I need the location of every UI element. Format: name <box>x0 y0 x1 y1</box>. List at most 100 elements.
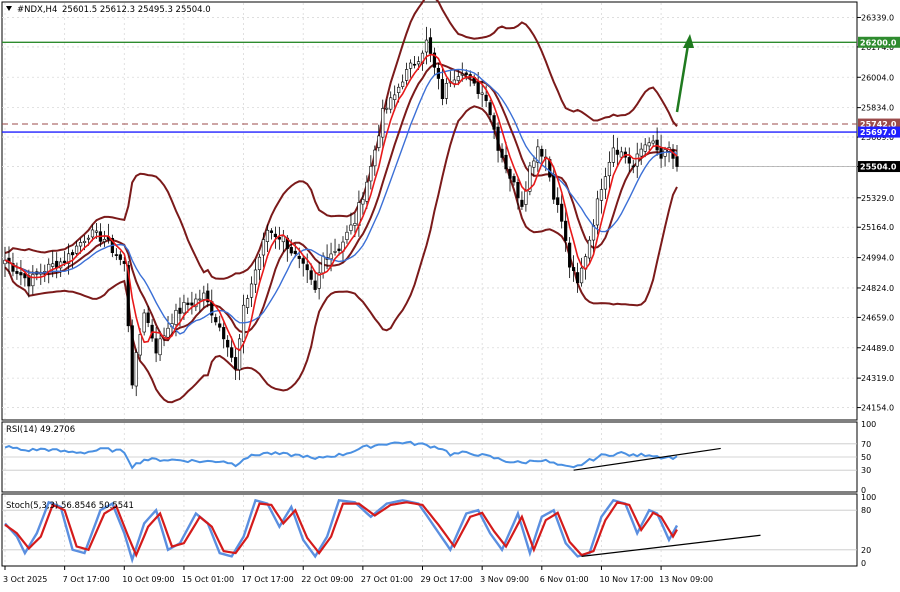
candle-body <box>464 72 468 75</box>
price-tick-label: 26339.0 <box>861 13 894 22</box>
price-tick-label: 25164.0 <box>861 223 894 232</box>
chart-ohlc: 25601.5 25612.3 25495.3 25504.0 <box>62 5 211 15</box>
candle-body <box>619 151 623 158</box>
candle-body <box>265 229 270 242</box>
candle-body <box>496 126 500 151</box>
candle-body <box>333 251 337 253</box>
candle-body <box>428 37 433 54</box>
candle-body <box>15 271 19 274</box>
candle-body <box>297 255 301 259</box>
candle-body <box>639 148 643 157</box>
candle-body <box>512 176 516 183</box>
candle-body <box>134 352 138 387</box>
candle-body <box>627 157 631 164</box>
candle-body <box>269 230 274 233</box>
candle-body <box>74 245 79 254</box>
price-tick-label: 26004.0 <box>861 73 894 82</box>
time-tick-label: 3 Nov 09:00 <box>480 575 529 584</box>
candle-body <box>401 81 405 87</box>
candle-body <box>647 142 651 147</box>
time-tick-label: 15 Oct 01:00 <box>182 575 234 584</box>
candle-body <box>484 94 488 101</box>
candle-body <box>635 153 639 167</box>
last-price-tag-label: 25504.0 <box>860 163 897 172</box>
candle-body <box>412 63 417 66</box>
candle-body <box>416 61 421 65</box>
candle-body <box>118 254 122 260</box>
stoch-tick-label: 20 <box>861 546 871 555</box>
candle-body <box>214 317 218 323</box>
candle-body <box>353 223 357 226</box>
candle-body <box>572 267 576 271</box>
candle-body <box>94 230 99 233</box>
rsi-title: RSI(14) 49.2706 <box>6 425 75 435</box>
candle-body <box>408 62 413 69</box>
candle-body <box>579 267 584 284</box>
candle-body <box>337 248 341 251</box>
stoch-tick-label: 100 <box>861 493 876 502</box>
candle-body <box>218 323 222 328</box>
candle-body <box>500 148 504 158</box>
candle-body <box>476 82 480 94</box>
candle-body <box>369 166 373 182</box>
candle-body <box>146 312 150 323</box>
candle-body <box>460 73 464 76</box>
candle-body <box>568 242 572 268</box>
candle-body <box>90 229 95 238</box>
candle-body <box>31 274 35 287</box>
time-tick-label: 22 Oct 09:00 <box>301 575 353 584</box>
rsi-tick-label: 100 <box>861 420 876 429</box>
time-tick-label: 27 Oct 01:00 <box>361 575 413 584</box>
candle-body <box>182 302 186 314</box>
candle-body <box>154 338 158 354</box>
candle-body <box>405 69 409 81</box>
candle-body <box>552 174 556 200</box>
candle-body <box>631 165 635 168</box>
candle-body <box>202 292 206 300</box>
candle-body <box>615 149 619 155</box>
candle-body <box>293 250 297 254</box>
candle-body <box>130 325 134 386</box>
candle-body <box>253 269 258 285</box>
candle-body <box>444 83 448 99</box>
price-tick-label: 24994.0 <box>861 254 894 263</box>
candle-body <box>440 79 444 100</box>
candle-body <box>86 237 91 240</box>
candle-body <box>456 76 460 81</box>
chart-symbol: #NDX,H4 <box>17 5 57 15</box>
price-tick-label: 24489.0 <box>861 344 894 353</box>
candle-body <box>345 231 349 240</box>
time-tick-label: 17 Oct 17:00 <box>242 575 294 584</box>
price-tick-label: 25329.0 <box>861 194 894 203</box>
stoch-title: Stoch(5,3,3) 56.8546 50.5541 <box>6 501 134 511</box>
candle-body <box>222 327 226 340</box>
rsi-tick-label: 50 <box>861 453 871 462</box>
price-panel-frame <box>1 1 858 421</box>
candle-body <box>166 327 170 338</box>
stoch-tick-label: 0 <box>861 559 866 568</box>
candle-body <box>82 240 87 243</box>
candle-body <box>361 199 365 205</box>
candle-body <box>261 239 266 256</box>
candle-body <box>524 190 528 205</box>
candle-body <box>349 224 353 231</box>
candle-body <box>587 239 592 259</box>
candle-body <box>309 270 313 280</box>
candle-body <box>234 357 238 370</box>
candle-body <box>675 156 679 167</box>
candle-body <box>78 242 83 247</box>
rsi-tick-label: 70 <box>861 440 871 449</box>
candle-body <box>305 264 309 271</box>
candle-body <box>651 140 655 144</box>
candle-body <box>516 182 520 199</box>
candle-body <box>70 252 75 256</box>
candle-body <box>480 92 484 95</box>
candle-body <box>381 108 385 138</box>
candle-body <box>301 258 305 264</box>
candle-body <box>564 220 568 241</box>
price-tick-label: 24659.0 <box>861 313 894 322</box>
candle-body <box>607 161 612 177</box>
candle-body <box>190 302 194 306</box>
candle-body <box>257 256 262 270</box>
rsi-tick-label: 30 <box>861 466 871 475</box>
